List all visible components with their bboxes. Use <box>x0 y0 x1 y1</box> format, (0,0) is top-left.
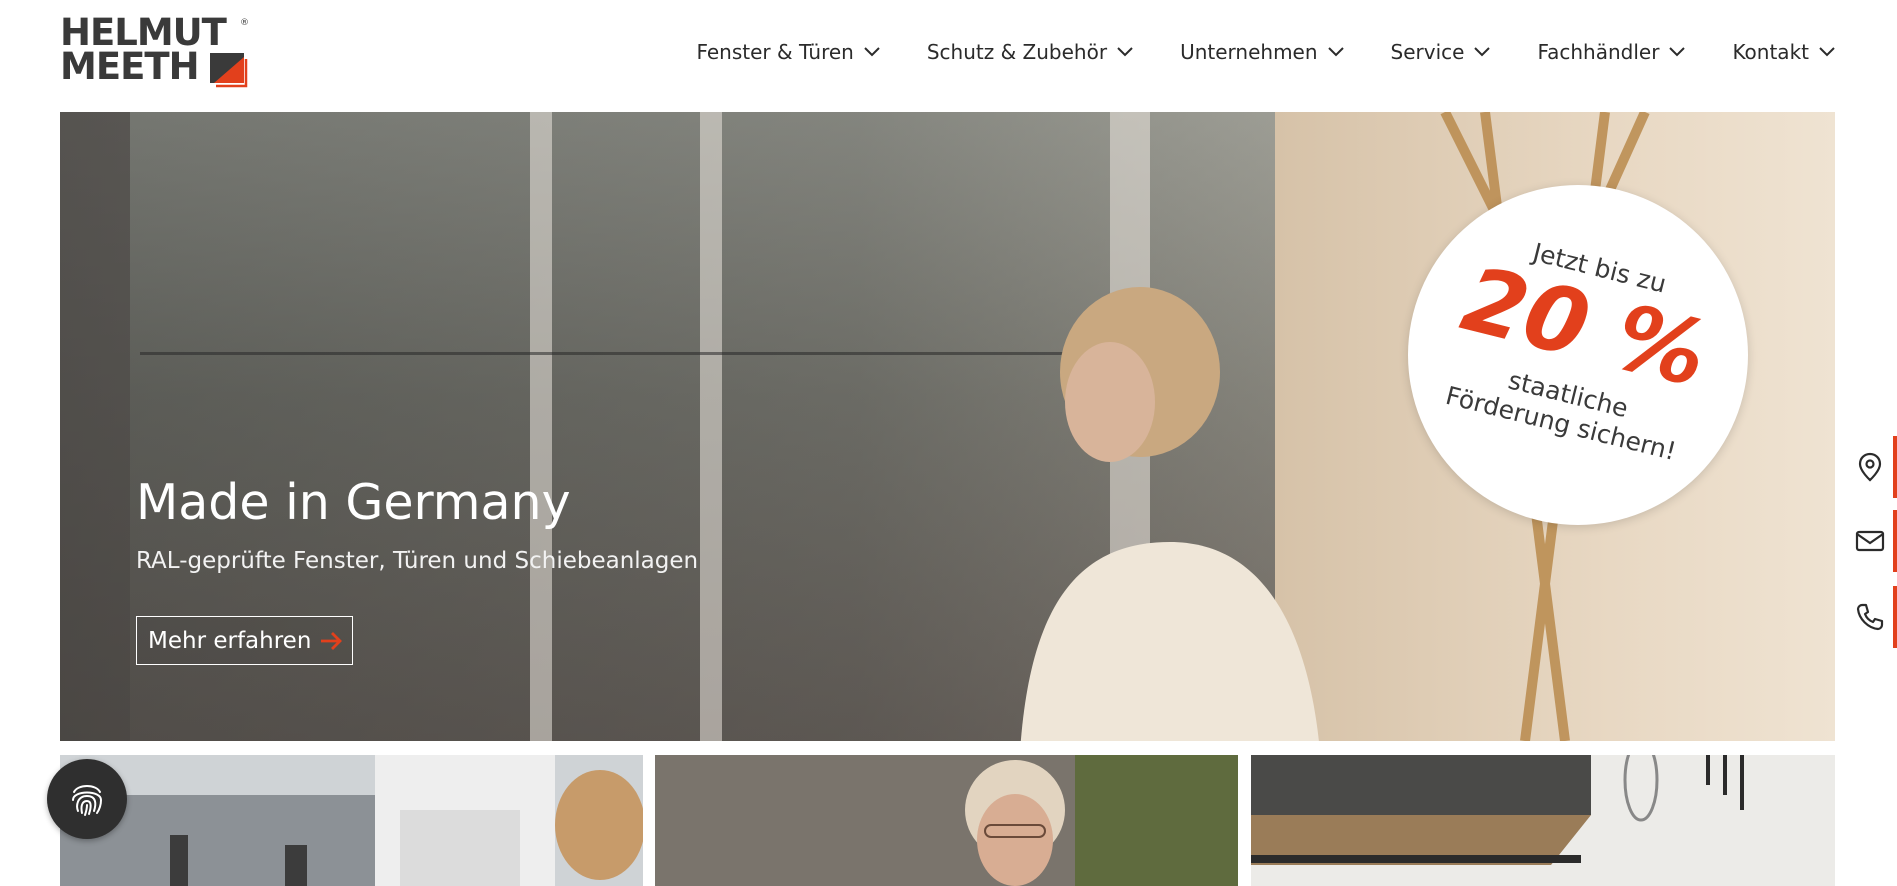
fingerprint-icon <box>72 785 103 816</box>
location-button[interactable] <box>1842 436 1897 498</box>
mail-button[interactable] <box>1842 510 1897 572</box>
nav-item-fenster-tueren[interactable]: Fenster & Türen <box>696 40 880 64</box>
interior-illustration <box>1251 755 1835 886</box>
arrow-right-icon <box>321 631 343 650</box>
nav-item-label: Fachhändler <box>1537 40 1660 64</box>
chevron-down-icon <box>1117 47 1133 57</box>
logo-registered-mark: ® <box>240 18 249 28</box>
logo-mark-icon <box>210 53 248 88</box>
chevron-down-icon <box>1669 47 1686 57</box>
phone-button[interactable] <box>1842 586 1897 648</box>
teaser-card-house[interactable] <box>60 755 643 886</box>
teaser-card-interior[interactable] <box>1251 755 1835 886</box>
nav-item-label: Kontakt <box>1732 40 1809 64</box>
side-accent-bar <box>1893 436 1897 498</box>
house-illustration <box>60 755 643 886</box>
chevron-down-icon <box>864 47 880 57</box>
side-accent-bar <box>1893 586 1897 648</box>
nav-item-label: Unternehmen <box>1180 40 1318 64</box>
person-illustration <box>655 755 1238 886</box>
teaser-card-person[interactable] <box>655 755 1238 886</box>
window-frame <box>700 112 722 741</box>
nav-item-unternehmen[interactable]: Unternehmen <box>1180 40 1344 64</box>
window-frame <box>530 112 552 741</box>
hero-subtitle: RAL-geprüfte Fenster, Türen und Schiebea… <box>136 548 699 574</box>
logo[interactable]: HELMUT MEETH ® <box>60 14 250 92</box>
nav-item-label: Service <box>1390 40 1465 64</box>
mail-icon <box>1855 530 1884 552</box>
main-nav: Fenster & Türen Schutz & Zubehör Unterne… <box>649 40 1835 64</box>
nav-item-fachhaendler[interactable]: Fachhändler <box>1537 40 1686 64</box>
hero-title: Made in Germany <box>136 474 571 531</box>
privacy-settings-button[interactable] <box>47 759 127 839</box>
nav-item-schutz-zubehoer[interactable]: Schutz & Zubehör <box>927 40 1133 64</box>
chevron-down-icon <box>1474 47 1491 57</box>
cta-label: Mehr erfahren <box>148 627 312 654</box>
chevron-down-icon <box>1819 47 1835 57</box>
location-pin-icon <box>1858 452 1881 482</box>
mehr-erfahren-button[interactable]: Mehr erfahren <box>136 616 354 665</box>
nav-item-label: Fenster & Türen <box>696 40 854 64</box>
promo-badge[interactable]: Jetzt bis zu 20 % staatliche Förderung s… <box>1408 185 1748 525</box>
side-accent-bar <box>1893 510 1897 572</box>
hero-person-illustration <box>1020 287 1319 741</box>
nav-item-service[interactable]: Service <box>1391 40 1491 64</box>
phone-icon <box>1856 603 1883 631</box>
chevron-down-icon <box>1327 47 1344 57</box>
nav-item-kontakt[interactable]: Kontakt <box>1732 40 1835 64</box>
site-header: HELMUT MEETH ® Fenster & Türen Schutz & … <box>0 0 1897 112</box>
hero-banner: Made in Germany RAL-geprüfte Fenster, Tü… <box>60 112 1835 741</box>
nav-item-label: Schutz & Zubehör <box>926 40 1108 64</box>
